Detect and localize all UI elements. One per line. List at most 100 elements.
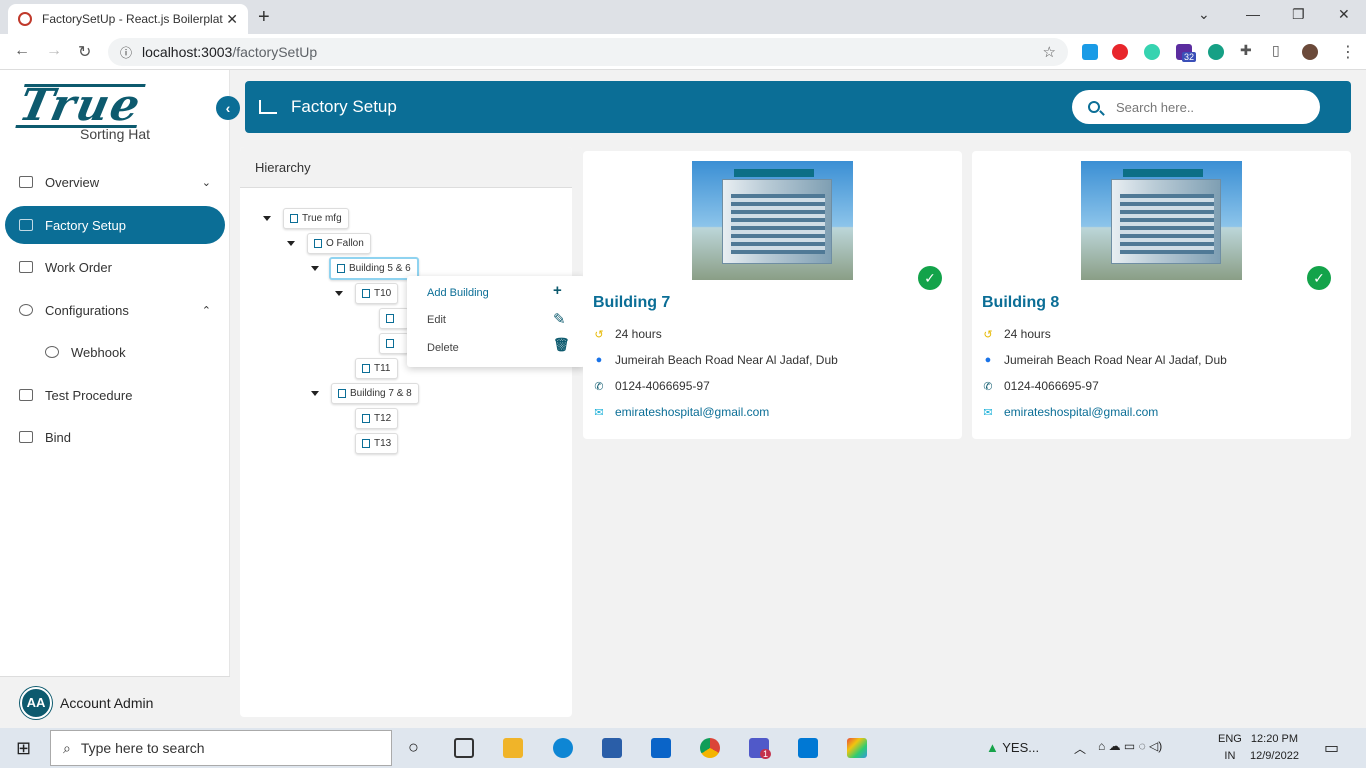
location-pin-icon: ● — [595, 354, 603, 366]
app-icon[interactable] — [847, 738, 867, 758]
tree-node-t11[interactable]: T11 — [355, 358, 398, 379]
hierarchy-icon — [386, 314, 394, 323]
card-email[interactable]: emirateshospital@gmail.com — [615, 405, 769, 419]
edit-menu-item[interactable]: Edit — [427, 314, 446, 326]
browser-menu-icon[interactable]: ⋮ — [1340, 42, 1356, 62]
expand-toggle-icon[interactable] — [335, 291, 343, 296]
back-icon[interactable]: ← — [14, 42, 30, 60]
task-view-icon[interactable] — [454, 738, 474, 758]
cortana-icon[interactable]: ○ — [408, 737, 419, 758]
card-phone-row: ✆ 0124-4066695-97 — [593, 379, 709, 393]
forward-icon[interactable]: → — [46, 42, 62, 60]
floor-icon — [362, 439, 370, 448]
tree-node-child[interactable] — [379, 333, 409, 354]
expand-toggle-icon[interactable] — [311, 391, 319, 396]
tree-node-building-7-8[interactable]: Building 7 & 8 — [331, 383, 419, 404]
minimize-icon[interactable]: — — [1246, 6, 1260, 22]
browser-tab[interactable]: FactorySetUp - React.js Boilerplat ✕ — [8, 4, 248, 34]
sidebar-item-bind[interactable]: Bind — [5, 418, 225, 456]
tree-node-t10[interactable]: T10 — [355, 283, 399, 304]
tree-node-true-mfg[interactable]: True mfg — [283, 208, 349, 229]
language-code: ENG — [1218, 733, 1242, 745]
edge-icon[interactable] — [553, 738, 573, 758]
tree-node-o-fallon[interactable]: O Fallon — [307, 233, 371, 254]
tree-node-t13[interactable]: T13 — [355, 433, 399, 454]
account-menu[interactable]: AA Account Admin — [0, 676, 230, 728]
card-email[interactable]: emirateshospital@gmail.com — [1004, 405, 1158, 419]
building-card[interactable]: ✓ Building 8 ↺ 24 hours ● Jumeirah Beach R… — [972, 151, 1351, 439]
tree-node-label: T12 — [374, 413, 392, 424]
chrome-icon[interactable] — [700, 738, 720, 758]
sidebar-item-label: Bind — [45, 429, 72, 445]
card-address-row: ● Jumeirah Beach Road Near Al Jadaf, Dub — [982, 353, 1227, 367]
hierarchy-icon — [386, 339, 394, 348]
card-phone: 0124-4066695-97 — [1004, 379, 1099, 393]
stock-chart-icon: ▲ — [986, 740, 999, 755]
expand-toggle-icon[interactable] — [287, 241, 295, 246]
chevron-down-icon: ⌄ — [201, 176, 211, 189]
notification-center-icon[interactable]: ▭ — [1324, 738, 1339, 758]
delete-menu-item[interactable]: Delete — [427, 342, 459, 354]
trash-icon[interactable]: 🗑 — [553, 337, 570, 353]
new-tab-icon[interactable]: + — [258, 6, 270, 29]
card-email-row[interactable]: ✉ emirateshospital@gmail.com — [982, 405, 1158, 419]
vscode-icon[interactable] — [798, 738, 818, 758]
system-tray-icons[interactable]: ⌂ ☁ ▭ ◌ ◁) — [1098, 739, 1162, 753]
site-info-icon[interactable]: ⓘ — [120, 44, 132, 61]
weather-widget[interactable]: ▲ YES... — [986, 740, 1039, 755]
factory-icon — [19, 219, 33, 231]
sidebar-item-label: Overview — [45, 174, 100, 190]
close-window-icon[interactable]: ✕ — [1338, 6, 1350, 23]
tree-node-label: Building 7 & 8 — [350, 388, 412, 399]
profile-avatar-icon[interactable] — [1302, 44, 1318, 60]
tab-search-icon[interactable]: ⌄ — [1198, 6, 1210, 23]
plus-icon[interactable]: + — [553, 282, 562, 299]
sidebar-item-overview[interactable]: Overview ⌄ — [5, 163, 225, 201]
address-bar[interactable]: ⓘ localhost:3003/factorySetUp ☆ — [108, 38, 1068, 66]
sidebar-item-webhook[interactable]: Webhook — [5, 333, 225, 371]
tree-node-child[interactable] — [379, 308, 409, 329]
add-building-menu-item[interactable]: Add Building — [427, 287, 489, 299]
card-email-row[interactable]: ✉ emirateshospital@gmail.com — [593, 405, 769, 419]
mail-app-icon[interactable] — [651, 738, 671, 758]
gear-icon — [19, 304, 33, 316]
language-indicator[interactable]: ENG IN — [1218, 731, 1242, 765]
expand-toggle-icon[interactable] — [263, 216, 271, 221]
close-tab-icon[interactable]: ✕ — [226, 11, 238, 28]
show-hidden-icons-icon[interactable]: ︿ — [1074, 740, 1086, 757]
tree-node-building-5-6[interactable]: Building 5 & 6 — [329, 257, 419, 280]
tree-node-t12[interactable]: T12 — [355, 408, 399, 429]
gear-icon — [45, 346, 59, 358]
extension-record-icon[interactable] — [1208, 44, 1224, 60]
sidebar-item-work-order[interactable]: Work Order — [5, 248, 225, 286]
extension-translate-icon[interactable] — [1082, 44, 1098, 60]
store-icon[interactable] — [602, 738, 622, 758]
card-title: Building 7 — [593, 294, 671, 311]
extensions-puzzle-icon[interactable]: ✚ — [1240, 42, 1252, 59]
pencil-icon[interactable]: ✎ — [553, 310, 566, 328]
location-icon — [314, 239, 322, 248]
side-panel-icon[interactable]: ▯ — [1272, 42, 1280, 59]
maximize-icon[interactable]: ❐ — [1292, 6, 1305, 23]
windows-start-icon[interactable]: ⊞ — [16, 738, 31, 759]
expand-toggle-icon[interactable] — [311, 266, 319, 271]
check-circle-icon: ✓ — [1307, 266, 1331, 290]
extension-adblock-icon[interactable] — [1112, 44, 1128, 60]
taskbar-search-input[interactable]: ⌕ Type here to search — [50, 730, 392, 766]
sidebar-item-configurations[interactable]: Configurations ⌃ — [5, 291, 225, 329]
bookmark-star-icon[interactable]: ☆ — [1043, 43, 1056, 61]
sidebar-item-label: Webhook — [71, 344, 126, 360]
reload-icon[interactable]: ↻ — [78, 42, 91, 62]
true-logo: True Sorting Hat — [15, 80, 210, 142]
collapse-sidebar-button[interactable]: ‹ — [216, 96, 240, 120]
search-input[interactable]: Search here.. — [1072, 90, 1320, 124]
taskbar-clock[interactable]: 12:20 PM 12/9/2022 — [1250, 731, 1299, 765]
chart-icon — [259, 100, 277, 114]
file-explorer-icon[interactable] — [503, 738, 523, 758]
overview-icon — [19, 176, 33, 188]
sidebar-item-test-procedure[interactable]: Test Procedure — [5, 376, 225, 414]
sidebar-item-factory-setup[interactable]: Factory Setup — [5, 206, 225, 244]
building-card[interactable]: ✓ Building 7 ↺ 24 hours ● Jumeirah Beach R… — [583, 151, 962, 439]
card-phone-row: ✆ 0124-4066695-97 — [982, 379, 1099, 393]
extension-colorpick-icon[interactable] — [1144, 44, 1160, 60]
